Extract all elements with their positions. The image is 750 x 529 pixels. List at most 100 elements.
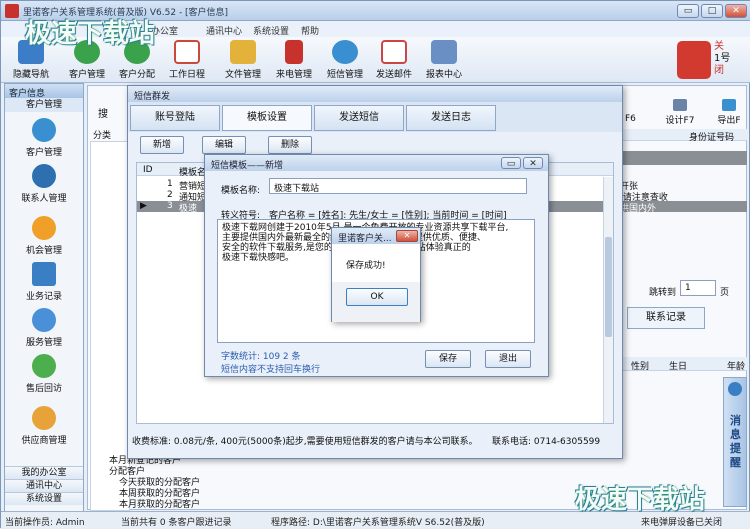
toolbar-sms[interactable]: 短信管理 [319,39,371,81]
scroll-thumb[interactable] [605,237,612,337]
toolbar-schedule[interactable]: 工作日程 [161,39,213,81]
left-contacts[interactable]: 联系人管理 [5,164,83,204]
mail-icon [381,40,407,64]
tree-item[interactable]: 分配客户 [109,467,229,478]
left-customers[interactable]: 客户管理 [5,118,83,158]
nav-comm-center[interactable]: 通讯中心 [5,479,83,492]
watermark-top: 极速下载站 [25,19,156,49]
message-reminder-panel[interactable]: 消息提醒 [723,377,747,507]
left-panel-title: 客户信息 [5,84,83,99]
tab-account-login[interactable]: 账号登陆 [130,105,220,131]
template-close-button[interactable]: ✕ [523,157,543,169]
add-template-button[interactable]: 新增 [140,136,184,154]
left-suppliers[interactable]: 供应商管理 [5,406,83,446]
no-newline-hint: 短信内容不支持回车换行 [221,365,321,375]
msgbox-text: 保存成功! [346,261,386,271]
maximize-button[interactable]: □ [701,4,723,18]
template-minimize-button[interactable]: ▭ [501,157,521,169]
toolbar-files[interactable]: 文件管理 [217,39,269,81]
nav-system-settings[interactable]: 系统设置 [5,492,83,505]
exit-button[interactable]: 退出 [485,350,531,368]
save-success-dialog: 里诺客户关... ✕ 保存成功! OK [331,227,421,322]
grid-row-highlight [623,151,747,165]
msgbox-close-button[interactable]: ✕ [396,230,418,242]
phone-icon [285,40,303,64]
collapse-arrow-icon[interactable] [728,382,742,396]
save-button[interactable]: 保存 [425,350,471,368]
left-aftersales[interactable]: 售后回访 [5,354,83,394]
menu-comm[interactable]: 通讯中心 [206,24,242,37]
export-button[interactable]: 导出F [709,99,749,126]
chart-icon [32,262,56,286]
toolbar-f6[interactable]: F6 [625,114,636,124]
toolbar-calls[interactable]: 来电管理 [268,39,320,81]
contact-icon [32,164,56,188]
customers-icon [32,118,56,142]
delete-template-button[interactable]: 删除 [268,136,312,154]
jump-page-input[interactable]: 1 [680,280,716,296]
tree-item[interactable]: 本月获取的分配客户 [109,500,229,511]
export-icon [722,99,736,111]
left-business-records[interactable]: 业务记录 [5,262,83,302]
col-birthday: 生日 [669,362,688,372]
status-operator: 当前操作员: Admin [5,518,85,528]
main-window: 里诺客户关系管理系统(普及版) V6.52 - [客户信息] ▭ □ ✕ 办公室… [0,0,750,529]
col-age: 年龄 [727,362,746,372]
nav-my-office[interactable]: 我的办公室 [5,466,83,479]
sms-tab-bar: 账号登陆 模板设置 发送短信 发送日志 [128,102,622,132]
jump-label: 跳转到 [649,288,677,298]
ok-button[interactable]: OK [346,288,408,306]
char-count: 字数统计: 109 2 条 [221,352,301,362]
col-id-card: 身份证号码 [689,133,735,143]
star-icon [32,216,56,240]
chat-icon [32,354,56,378]
col-gender: 性别 [631,362,650,372]
message-reminder-label: 消息提醒 [730,414,741,469]
tools-icon [673,99,687,111]
close-button[interactable]: ✕ [725,4,747,18]
tab-send-log[interactable]: 发送日志 [406,105,496,131]
tab-send-sms[interactable]: 发送短信 [314,105,404,131]
tab-template-settings[interactable]: 模板设置 [222,105,312,131]
left-navigation: 客户信息 客户管理 客户管理 联系人管理 机会管理 业务记录 服务管理 售后回访… [4,83,84,523]
status-device: 来电弹屏设备已关闭 [641,518,723,528]
left-section-title: 客户管理 [5,98,83,112]
template-name-input[interactable]: 极速下载站 [269,178,527,194]
row-pointer-icon: ▶ [140,201,147,211]
status-program-path: 程序路径: D:\里诺客户关系管理系统V S6.52(普及版) [271,518,485,528]
pricing-note: 收费标准: 0.08元/条, 400元(5000条)起步,需要使用短信群发的客户… [132,437,478,447]
tree-branch: 本月新登记的客户 分配客户 今天获取的分配客户 本周获取的分配客户 本月获取的分… [109,456,229,511]
tree-item[interactable]: 今天获取的分配客户 [109,478,229,489]
tab-contact-records[interactable]: 联系记录 [627,307,705,329]
menu-office[interactable]: 办公室 [151,24,178,37]
globe-icon [32,308,56,332]
watermark-bottom: 极速下载站 [575,485,706,515]
contact-phone: 联系电话: 0714-6305599 [492,437,601,447]
calendar-icon [174,40,200,64]
folder-icon [230,40,256,64]
contacts-grid-header: 性别 生日 年龄 [623,357,747,372]
supplier-icon [32,406,56,430]
page-label: 页 [720,288,730,298]
tree-item[interactable]: 本周获取的分配客户 [109,489,229,500]
hotline-phone-icon [677,41,711,79]
menu-help[interactable]: 帮助 [301,24,319,37]
toolbar-mail[interactable]: 发送邮件 [368,39,420,81]
edit-template-button[interactable]: 编辑 [202,136,246,154]
hotline-text: 关 1号 闭 [714,41,731,76]
app-icon [5,4,19,18]
minimize-button[interactable]: ▭ [677,4,699,18]
toolbar-reports[interactable]: 报表中心 [418,39,470,81]
vertical-scrollbar[interactable] [603,177,613,423]
status-followup-count: 当前共有 0 条客户跟进记录 [121,518,232,528]
left-services[interactable]: 服务管理 [5,308,83,348]
search-label: 搜 [98,109,108,120]
template-name-label: 模板名称: [221,186,261,196]
sms-icon [332,40,358,64]
grid-header-right: 身份证号码 [623,129,747,143]
category-label: 分类 [93,131,112,141]
menu-settings[interactable]: 系统设置 [253,24,289,37]
design-button[interactable]: 设计F7 [657,99,703,126]
col-id: ID [143,165,153,175]
left-opportunities[interactable]: 机会管理 [5,216,83,256]
